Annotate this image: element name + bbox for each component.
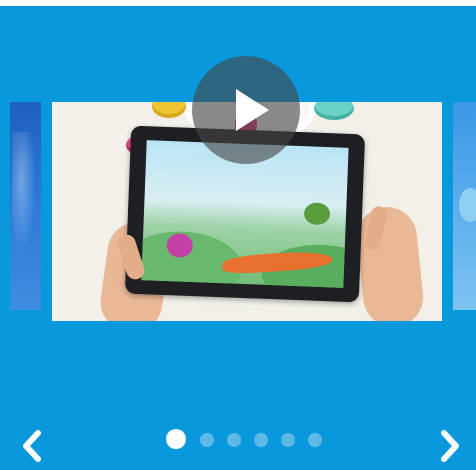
game-hill (141, 229, 244, 288)
pagination-dot-3[interactable] (227, 433, 241, 447)
slide-previous-thumbnail[interactable] (10, 102, 41, 310)
pagination-dot-1[interactable] (166, 429, 186, 449)
pagination-dot-2[interactable] (200, 433, 214, 447)
chevron-right-icon (441, 430, 459, 462)
pagination-dot-5[interactable] (281, 433, 295, 447)
game-tree (303, 202, 331, 226)
play-dough-bowl (314, 102, 354, 120)
slide-artwork (459, 188, 476, 222)
previous-slide-button[interactable] (20, 430, 44, 462)
play-button[interactable] (192, 56, 300, 164)
pagination-dots (166, 429, 326, 449)
next-slide-button[interactable] (438, 430, 462, 462)
play-icon (236, 89, 269, 131)
pagination-dot-4[interactable] (254, 433, 268, 447)
hand-right (353, 204, 427, 321)
pagination-dot-6[interactable] (308, 433, 322, 447)
chevron-left-icon (23, 430, 41, 462)
slide-artwork (12, 132, 36, 252)
play-dough-bowl (152, 102, 186, 118)
slide-next-thumbnail[interactable] (453, 102, 476, 310)
